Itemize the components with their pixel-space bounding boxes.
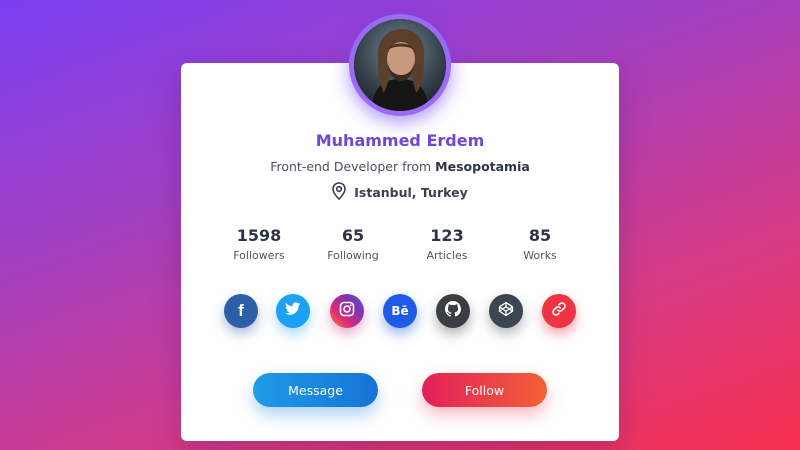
- stat-label: Articles: [426, 249, 468, 262]
- stat-label: Works: [523, 249, 557, 262]
- stat-articles[interactable]: 123 Articles: [407, 226, 487, 262]
- stats-row: 1598 Followers 65 Following 123 Articles…: [181, 226, 619, 266]
- profile-name: Muhammed Erdem: [315, 131, 485, 150]
- instagram-icon: [339, 301, 355, 321]
- behance-icon: Bē: [391, 304, 409, 318]
- github-icon: [445, 301, 461, 321]
- facebook-icon: f: [238, 301, 244, 320]
- stat-value: 123: [430, 226, 464, 245]
- stat-followers[interactable]: 1598 Followers: [219, 226, 299, 262]
- bio-text: Front-end Developer from: [270, 159, 436, 174]
- stat-works[interactable]: 85 Works: [500, 226, 580, 262]
- stat-value: 85: [528, 226, 552, 245]
- stat-label: Following: [327, 249, 379, 262]
- codepen-link[interactable]: [489, 294, 523, 328]
- profile-location: Istanbul, Turkey: [181, 182, 619, 203]
- link-icon: [551, 301, 567, 321]
- stat-value: 1598: [236, 226, 282, 245]
- location-pin-icon: [332, 182, 347, 203]
- stat-label: Followers: [233, 249, 285, 262]
- profile-bio: Front-end Developer from Mesopotamia: [181, 159, 619, 174]
- twitter-icon: [285, 302, 301, 320]
- stat-following[interactable]: 65 Following: [313, 226, 393, 262]
- github-link[interactable]: [436, 294, 470, 328]
- location-text: Istanbul, Turkey: [354, 185, 468, 200]
- instagram-link[interactable]: [330, 294, 364, 328]
- avatar[interactable]: [354, 19, 446, 111]
- bio-place: Mesopotamia: [435, 159, 530, 174]
- social-links: f Bē: [181, 294, 619, 330]
- avatar-photo: [354, 19, 446, 111]
- link-link[interactable]: [542, 294, 576, 328]
- avatar-ring: [349, 14, 451, 116]
- codepen-icon: [498, 301, 514, 321]
- stat-value: 65: [341, 226, 365, 245]
- twitter-link[interactable]: [276, 294, 310, 328]
- behance-link[interactable]: Bē: [383, 294, 417, 328]
- message-button[interactable]: Message: [253, 373, 378, 407]
- facebook-link[interactable]: f: [224, 294, 258, 328]
- follow-button[interactable]: Follow: [422, 373, 547, 407]
- profile-card: Muhammed Erdem Front-end Developer from …: [181, 63, 619, 441]
